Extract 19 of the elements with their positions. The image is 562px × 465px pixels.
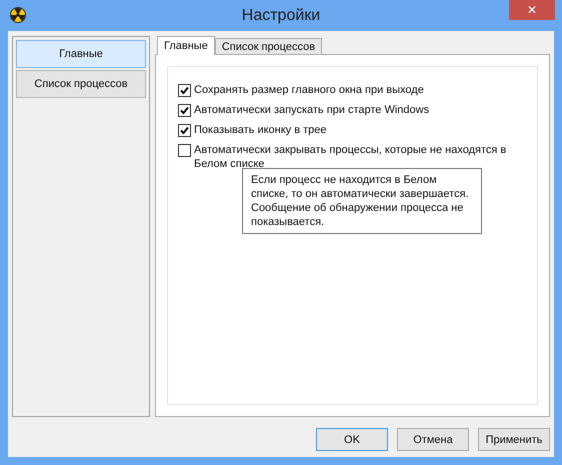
dialog-button[interactable]: Применить bbox=[478, 428, 550, 451]
option-label: Сохранять размер главного окна при выходе bbox=[194, 83, 424, 97]
close-button[interactable]: ✕ bbox=[509, 0, 555, 20]
option-label: Автоматически запускать при старте Windows bbox=[194, 103, 430, 117]
tab[interactable]: Главные bbox=[157, 36, 215, 55]
checkbox[interactable] bbox=[178, 124, 191, 137]
sidebar-item[interactable]: Список процессов bbox=[16, 70, 146, 98]
sidebar-item[interactable]: Главные bbox=[16, 40, 146, 68]
option-label: Автоматически закрывать процессы, которые не находятся в Белом списке bbox=[194, 143, 508, 171]
dialog-button[interactable]: OK bbox=[316, 428, 388, 451]
checkbox[interactable] bbox=[178, 104, 191, 117]
checkbox[interactable] bbox=[178, 84, 191, 97]
dialog-button[interactable]: Отмена bbox=[397, 428, 469, 451]
window-title: Настройки bbox=[242, 6, 320, 24]
tab[interactable]: Список процессов bbox=[214, 38, 322, 54]
radiation-icon bbox=[10, 7, 26, 23]
tooltip: Если процесс не находится в Белом списке, то он автоматически завершается. Сообщение об обнаружении процесса не показывается. bbox=[242, 168, 482, 234]
option-label: Показывать иконку в трее bbox=[194, 123, 326, 137]
checkbox[interactable] bbox=[178, 144, 191, 157]
